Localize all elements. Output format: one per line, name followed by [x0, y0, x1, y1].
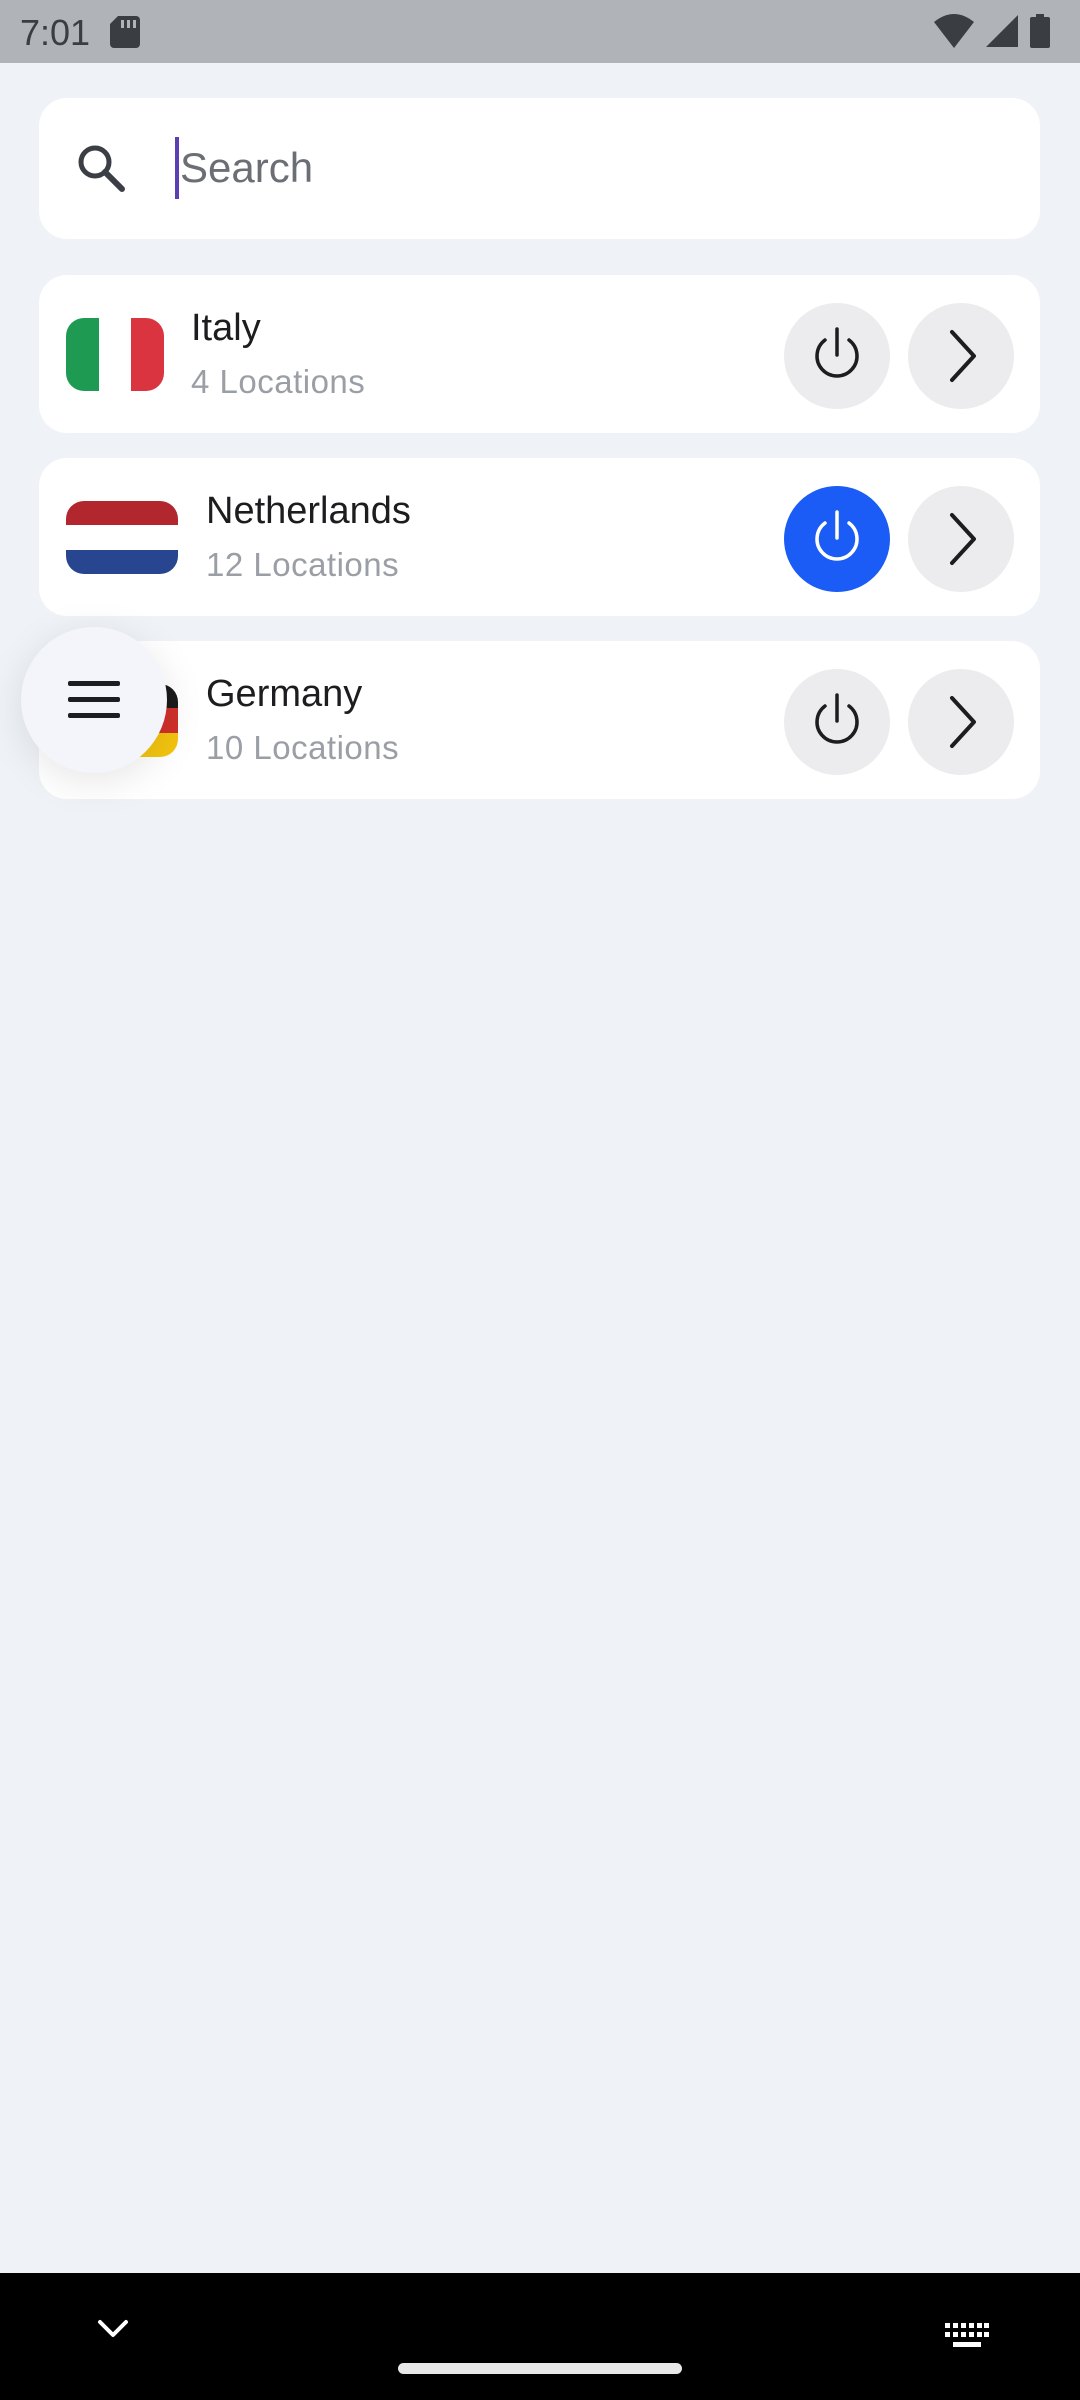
- country-locations: 10 Locations: [206, 729, 400, 766]
- details-button[interactable]: [908, 303, 1014, 409]
- status-bar: 7:01: [0, 0, 1080, 63]
- power-icon: [815, 327, 859, 378]
- italy-flag: [66, 318, 164, 391]
- country-locations: 12 Locations: [206, 546, 400, 583]
- connect-button[interactable]: [784, 303, 890, 409]
- search-input[interactable]: [180, 130, 1000, 206]
- country-item-germany[interactable]: Germany 10 Locations: [39, 641, 1040, 799]
- country-item-italy[interactable]: Italy 4 Locations: [39, 275, 1040, 433]
- battery-icon: [1030, 14, 1050, 53]
- keyboard-icon[interactable]: [945, 2323, 989, 2354]
- country-name: Italy: [191, 307, 261, 349]
- search-icon[interactable]: [75, 142, 127, 199]
- sd-card-icon: [110, 16, 140, 53]
- country-item-netherlands[interactable]: Netherlands 12 Locations: [39, 458, 1040, 616]
- country-name: Netherlands: [206, 490, 411, 532]
- chevron-down-icon[interactable]: [97, 2319, 129, 2344]
- wifi-icon: [934, 14, 974, 53]
- menu-button[interactable]: [21, 627, 167, 773]
- netherlands-flag: [66, 501, 178, 574]
- country-locations: 4 Locations: [191, 363, 366, 400]
- details-button[interactable]: [908, 486, 1014, 592]
- text-cursor: [175, 137, 179, 199]
- home-handle[interactable]: [398, 2363, 682, 2374]
- chevron-right-icon: [950, 513, 976, 565]
- navigation-bar: [0, 2273, 1080, 2400]
- connect-button[interactable]: [784, 669, 890, 775]
- details-button[interactable]: [908, 669, 1014, 775]
- connect-button[interactable]: [784, 486, 890, 592]
- status-time: 7:01: [20, 12, 91, 53]
- chevron-right-icon: [950, 696, 976, 748]
- power-icon: [815, 693, 859, 744]
- chevron-right-icon: [950, 330, 976, 382]
- menu-icon: [68, 681, 120, 718]
- signal-icon: [986, 15, 1018, 52]
- power-icon: [815, 510, 859, 561]
- country-name: Germany: [206, 673, 363, 715]
